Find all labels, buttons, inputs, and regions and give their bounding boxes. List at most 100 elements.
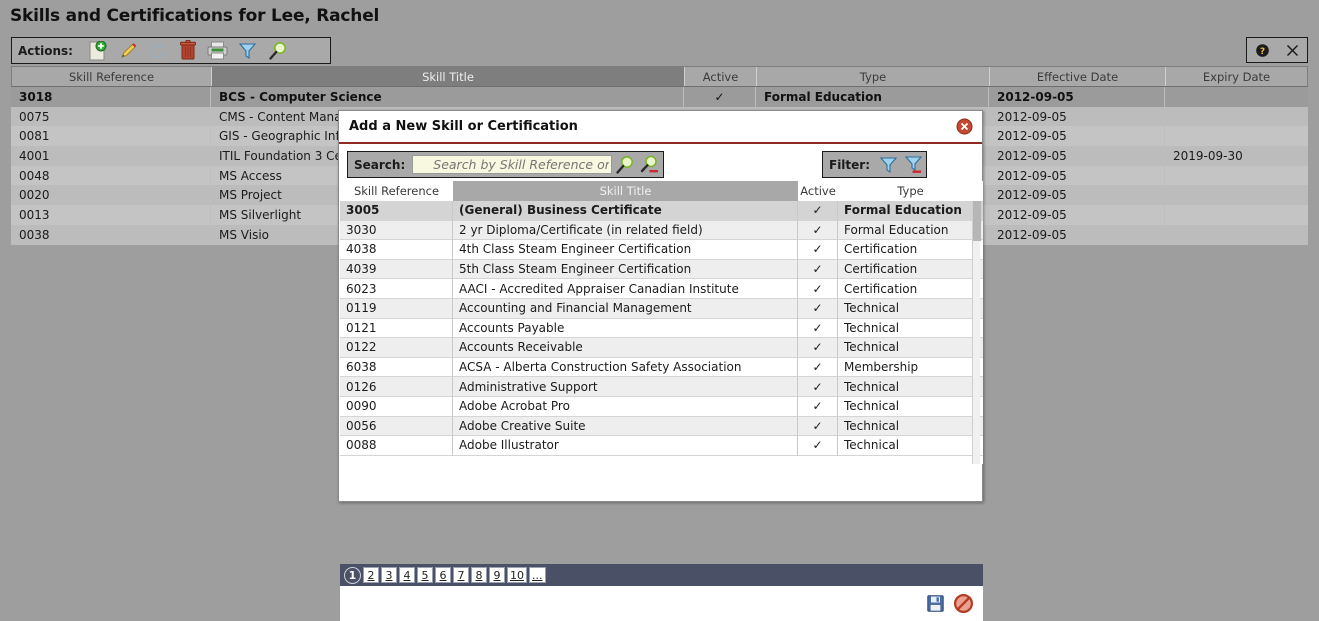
edit-icon[interactable] — [113, 39, 143, 63]
window-buttons: ? — [1246, 37, 1308, 63]
page-button-1[interactable]: 1 — [344, 566, 361, 584]
dialog-list-item[interactable]: 0056 Adobe Creative Suite ✓ Technical — [340, 416, 983, 437]
dialog-list-item[interactable]: 3030 2 yr Diploma/Certificate (in related… — [340, 220, 983, 241]
cell-expiry-date: 2019-09-30 — [1173, 148, 1243, 163]
cell-skill-title: AACI - Accredited Appraiser Canadian Ins… — [453, 279, 798, 299]
cell-expiry-date — [1165, 87, 1308, 107]
dialog-list-item[interactable]: 3005 (General) Business Certificate ✓ Forma… — [340, 201, 983, 221]
dialog-list-scrollbar[interactable] — [972, 201, 981, 464]
cell-type: Technical — [838, 319, 983, 339]
dialog-column-header-active[interactable]: Active — [798, 181, 838, 201]
dialog-column-header-skill-title[interactable]: Skill Title — [453, 181, 798, 201]
cell-skill-reference: 0121 — [340, 318, 453, 339]
dialog-list-item[interactable]: 0126 Administrative Support ✓ Technical — [340, 377, 983, 397]
cell-active: ✓ — [798, 357, 838, 378]
search-clear-icon[interactable] — [637, 153, 662, 177]
cell-type: Certification — [838, 279, 983, 299]
cell-skill-title: 5th Class Steam Engineer Certification — [453, 259, 798, 280]
add-icon[interactable] — [83, 39, 113, 63]
cell-skill-title: Accounts Receivable — [453, 338, 798, 358]
table-row[interactable]: 3018 BCS - Computer Science ✓ Formal Educat… — [11, 87, 1308, 107]
dialog-list-item[interactable]: 0119 Accounting and Financial Management ✓… — [340, 298, 983, 319]
column-header-active[interactable]: Active — [685, 67, 757, 86]
pagination: 1 2 3 4 5 6 7 8 9 10... — [340, 564, 983, 586]
scrollbar-thumb[interactable] — [973, 201, 981, 241]
page-button-9[interactable]: 9 — [489, 567, 505, 583]
page-button-moremoremore[interactable]: ... — [529, 567, 546, 583]
cell-active: ✓ — [798, 318, 838, 339]
dialog-list-header: Skill Reference Skill Title Active Type — [340, 181, 983, 201]
filter-panel: Filter: — [822, 151, 927, 178]
column-header-expiry-date[interactable]: Expiry Date — [1166, 67, 1307, 86]
dialog-list-item[interactable]: 4039 5th Class Steam Engineer Certificati… — [340, 259, 983, 280]
page-button-6[interactable]: 6 — [435, 567, 451, 583]
page-button-2[interactable]: 2 — [363, 567, 379, 583]
column-header-skill-reference[interactable]: Skill Reference — [12, 67, 212, 86]
dialog-list-item[interactable]: 0122 Accounts Receivable ✓ Technical — [340, 338, 983, 358]
page-button-3[interactable]: 3 — [381, 567, 397, 583]
cell-active: ✓ — [798, 279, 838, 299]
column-header-type[interactable]: Type — [757, 67, 990, 86]
cell-skill-title: ACSA - Alberta Construction Safety Assoc… — [453, 357, 798, 378]
cell-active: ✓ — [798, 396, 838, 417]
dialog-list-item[interactable]: 0090 Adobe Acrobat Pro ✓ Technical — [340, 396, 983, 417]
cell-type: Technical — [838, 436, 983, 456]
save-icon[interactable] — [927, 595, 944, 612]
print-icon[interactable] — [203, 39, 233, 63]
cell-skill-title: BCS - Computer Science — [211, 87, 684, 107]
dialog-list-body: 3005 (General) Business Certificate ✓ Forma… — [340, 201, 983, 464]
cell-skill-reference: 4039 — [340, 259, 453, 280]
cancel-icon[interactable] — [954, 594, 973, 613]
cell-effective-date: 2012-09-05 — [989, 87, 1165, 107]
cell-skill-reference: 6038 — [340, 357, 453, 378]
cell-active: ✓ — [798, 240, 838, 260]
cell-skill-reference: 0020 — [11, 185, 211, 206]
dialog-list-item[interactable]: 6023 AACI - Accredited Appraiser Canadian… — [340, 279, 983, 299]
column-header-skill-title[interactable]: Skill Title — [212, 67, 685, 86]
cell-skill-title: Accounts Payable — [453, 318, 798, 339]
cell-active: ✓ — [798, 416, 838, 437]
cell-skill-reference: 0048 — [11, 165, 211, 186]
page-button-5[interactable]: 5 — [417, 567, 433, 583]
search-label: Search: — [354, 157, 406, 172]
cell-skill-title: Adobe Illustrator — [453, 436, 798, 456]
filter-clear-icon[interactable] — [901, 153, 926, 177]
dialog-list-item[interactable]: 6038 ACSA - Alberta Construction Safety A… — [340, 357, 983, 378]
dialog-list-item[interactable]: 0088 Adobe Illustrator ✓ Technical — [340, 436, 983, 456]
cell-active: ✓ — [798, 298, 838, 319]
cell-active: ✓ — [798, 436, 838, 456]
cell-skill-reference: 0038 — [11, 224, 211, 245]
refresh-icon — [143, 39, 173, 63]
dialog-column-header-type[interactable]: Type — [838, 181, 983, 201]
dialog-divider — [339, 142, 982, 144]
dialog-close-icon[interactable] — [956, 118, 973, 138]
cell-effective-date: 2012-09-05 — [989, 185, 1165, 206]
cell-skill-reference: 4038 — [340, 240, 453, 260]
search-submit-icon[interactable] — [612, 153, 637, 177]
filter-apply-icon[interactable] — [876, 153, 901, 177]
page-button-10[interactable]: 10 — [507, 567, 527, 583]
cell-skill-reference: 0056 — [340, 416, 453, 437]
search-icon[interactable] — [263, 39, 293, 63]
delete-icon[interactable] — [173, 39, 203, 63]
cell-skill-reference: 0119 — [340, 298, 453, 319]
cell-skill-reference: 6023 — [340, 279, 453, 299]
filter-icon[interactable] — [233, 39, 263, 63]
dialog-list-item[interactable]: 4038 4th Class Steam Engineer Certificati… — [340, 240, 983, 260]
dialog-column-header-skill-reference[interactable]: Skill Reference — [340, 181, 453, 201]
close-icon[interactable] — [1285, 43, 1300, 58]
column-header-effective-date[interactable]: Effective Date — [990, 67, 1166, 86]
page-button-4[interactable]: 4 — [399, 567, 415, 583]
help-icon[interactable]: ? — [1255, 43, 1270, 58]
cell-type: Technical — [838, 299, 983, 319]
page-button-7[interactable]: 7 — [453, 567, 469, 583]
page-title: Skills and Certifications for Lee, Rache… — [10, 6, 380, 26]
cell-expiry-date — [1165, 126, 1308, 146]
cell-type: Technical — [838, 377, 983, 397]
dialog-list-item[interactable]: 0121 Accounts Payable ✓ Technical — [340, 318, 983, 339]
actions-label: Actions: — [18, 43, 73, 58]
cell-type: Certification — [838, 260, 983, 280]
cell-skill-title: Adobe Creative Suite — [453, 416, 798, 437]
page-button-8[interactable]: 8 — [471, 567, 487, 583]
search-input[interactable] — [412, 155, 613, 174]
